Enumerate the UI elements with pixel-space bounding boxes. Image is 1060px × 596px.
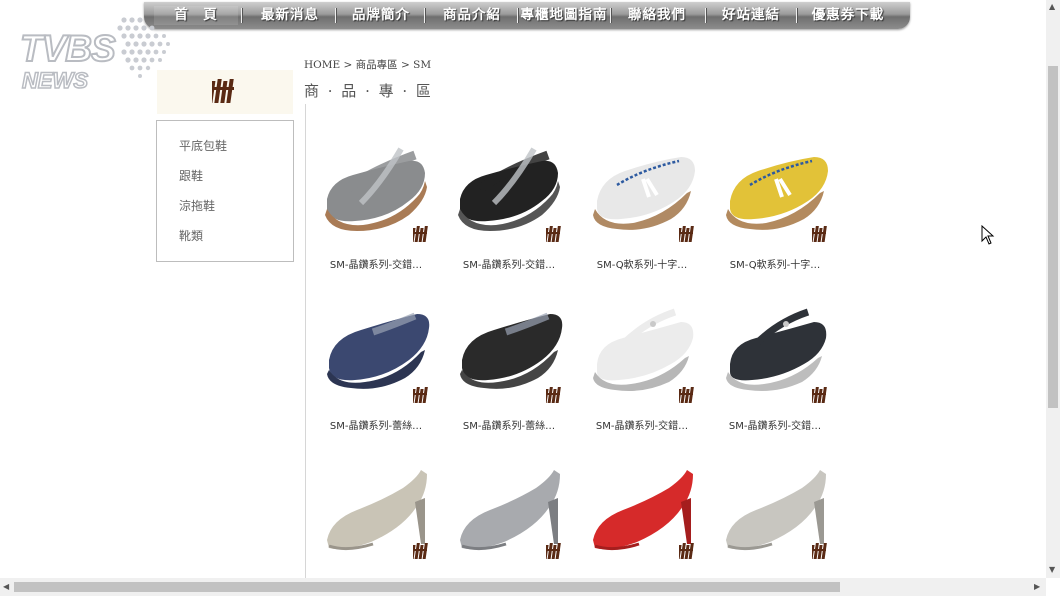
product-card[interactable] (716, 448, 834, 566)
sm-brand-mark-icon (413, 226, 428, 242)
sm-brand-mark-icon (546, 226, 561, 242)
breadcrumb[interactable]: HOME > 商品專區 > SM (304, 57, 431, 72)
product-image[interactable] (583, 448, 701, 566)
scroll-left-icon[interactable]: ◀ (3, 582, 9, 591)
category-heels[interactable]: 跟鞋 (179, 167, 203, 184)
brand-logo-box (157, 70, 293, 114)
product-card[interactable]: SM-晶鑽系列-交錯… (583, 292, 701, 432)
product-name[interactable]: SM-晶鑽系列-蕾絲… (450, 417, 568, 432)
product-image[interactable] (317, 131, 435, 249)
nav-divider (335, 8, 336, 23)
mouse-cursor-icon (981, 225, 995, 245)
tvbs-news-watermark: TVBS NEWS (14, 12, 174, 98)
product-name[interactable]: SM-晶鑽系列-蕾絲… (317, 417, 435, 432)
category-sandals[interactable]: 涼拖鞋 (179, 197, 215, 214)
nav-divider (796, 8, 797, 23)
nav-divider (424, 8, 425, 23)
product-card[interactable] (450, 448, 568, 566)
nav-links[interactable]: 好站連結 (710, 6, 792, 25)
product-image[interactable] (716, 448, 834, 566)
tvbs-news-text: NEWS (21, 67, 89, 94)
sm-brand-mark-icon (679, 543, 694, 559)
category-flat-shoes[interactable]: 平底包鞋 (179, 137, 227, 154)
sm-brand-mark-icon (679, 387, 694, 403)
nav-divider (517, 8, 518, 23)
product-image[interactable] (583, 292, 701, 410)
horizontal-scrollbar[interactable]: ◀ ▶ (0, 578, 1046, 596)
nav-brand-intro[interactable]: 品牌簡介 (340, 6, 422, 25)
product-card[interactable] (317, 448, 435, 566)
nav-coupon-download[interactable]: 優惠券下載 (800, 6, 896, 25)
product-name[interactable]: SM-Q軟系列-十字… (716, 256, 834, 271)
sm-brand-logo-icon (212, 79, 234, 103)
sm-brand-mark-icon (546, 387, 561, 403)
product-name[interactable]: SM-晶鑽系列-交錯… (583, 417, 701, 432)
product-image[interactable] (317, 448, 435, 566)
top-nav-bar: 首 頁 最新消息 品牌簡介 商品介紹 專櫃地圖指南 聯絡我們 好站連結 優惠券下… (144, 2, 910, 29)
product-name[interactable]: SM-晶鑽系列-交錯… (716, 417, 834, 432)
sm-brand-mark-icon (812, 543, 827, 559)
category-boots[interactable]: 靴類 (179, 227, 203, 244)
nav-products[interactable]: 商品介紹 (429, 6, 515, 25)
nav-divider (241, 8, 242, 23)
product-name[interactable]: SM-Q軟系列-十字… (583, 256, 701, 271)
nav-contact[interactable]: 聯絡我們 (616, 6, 698, 25)
product-card[interactable]: SM-晶鑽系列-蕾絲… (450, 292, 568, 432)
nav-divider (610, 8, 611, 23)
scroll-down-icon[interactable]: ▼ (1049, 565, 1055, 574)
product-card[interactable]: SM-晶鑽系列-交錯… (450, 131, 568, 271)
category-menu: 平底包鞋 跟鞋 涼拖鞋 靴類 (156, 120, 294, 262)
scroll-right-icon[interactable]: ▶ (1034, 582, 1040, 591)
sm-brand-mark-icon (546, 543, 561, 559)
sm-brand-mark-icon (413, 387, 428, 403)
scroll-up-icon[interactable]: ▲ (1049, 2, 1055, 11)
product-card[interactable]: SM-晶鑽系列-交錯… (317, 131, 435, 271)
sm-brand-mark-icon (812, 226, 827, 242)
horizontal-scroll-thumb[interactable] (14, 582, 840, 592)
product-image[interactable] (450, 448, 568, 566)
product-name[interactable]: SM-晶鑽系列-交錯… (450, 256, 568, 271)
product-card[interactable] (583, 448, 701, 566)
sm-brand-mark-icon (413, 543, 428, 559)
product-card[interactable]: SM-Q軟系列-十字… (716, 131, 834, 271)
product-image[interactable] (583, 131, 701, 249)
product-image[interactable] (317, 292, 435, 410)
product-card[interactable]: SM-Q軟系列-十字… (583, 131, 701, 271)
product-card[interactable]: SM-晶鑽系列-蕾絲… (317, 292, 435, 432)
page-title: 商 · 品 · 專 · 區 (304, 82, 433, 100)
product-image[interactable] (716, 131, 834, 249)
product-card[interactable]: SM-晶鑽系列-交錯… (716, 292, 834, 432)
product-image[interactable] (716, 292, 834, 410)
product-name[interactable]: SM-晶鑽系列-交錯… (317, 256, 435, 271)
product-image[interactable] (450, 292, 568, 410)
content-divider (305, 104, 306, 578)
product-image[interactable] (450, 131, 568, 249)
nav-latest-news[interactable]: 最新消息 (247, 6, 333, 25)
nav-store-map[interactable]: 專櫃地圖指南 (520, 6, 608, 25)
sm-brand-mark-icon (679, 226, 694, 242)
vertical-scrollbar[interactable]: ▲ ▼ (1046, 0, 1060, 578)
nav-divider (705, 8, 706, 23)
tvbs-brand-text: TVBS (19, 27, 117, 70)
sm-brand-mark-icon (812, 387, 827, 403)
vertical-scroll-thumb[interactable] (1048, 66, 1058, 408)
